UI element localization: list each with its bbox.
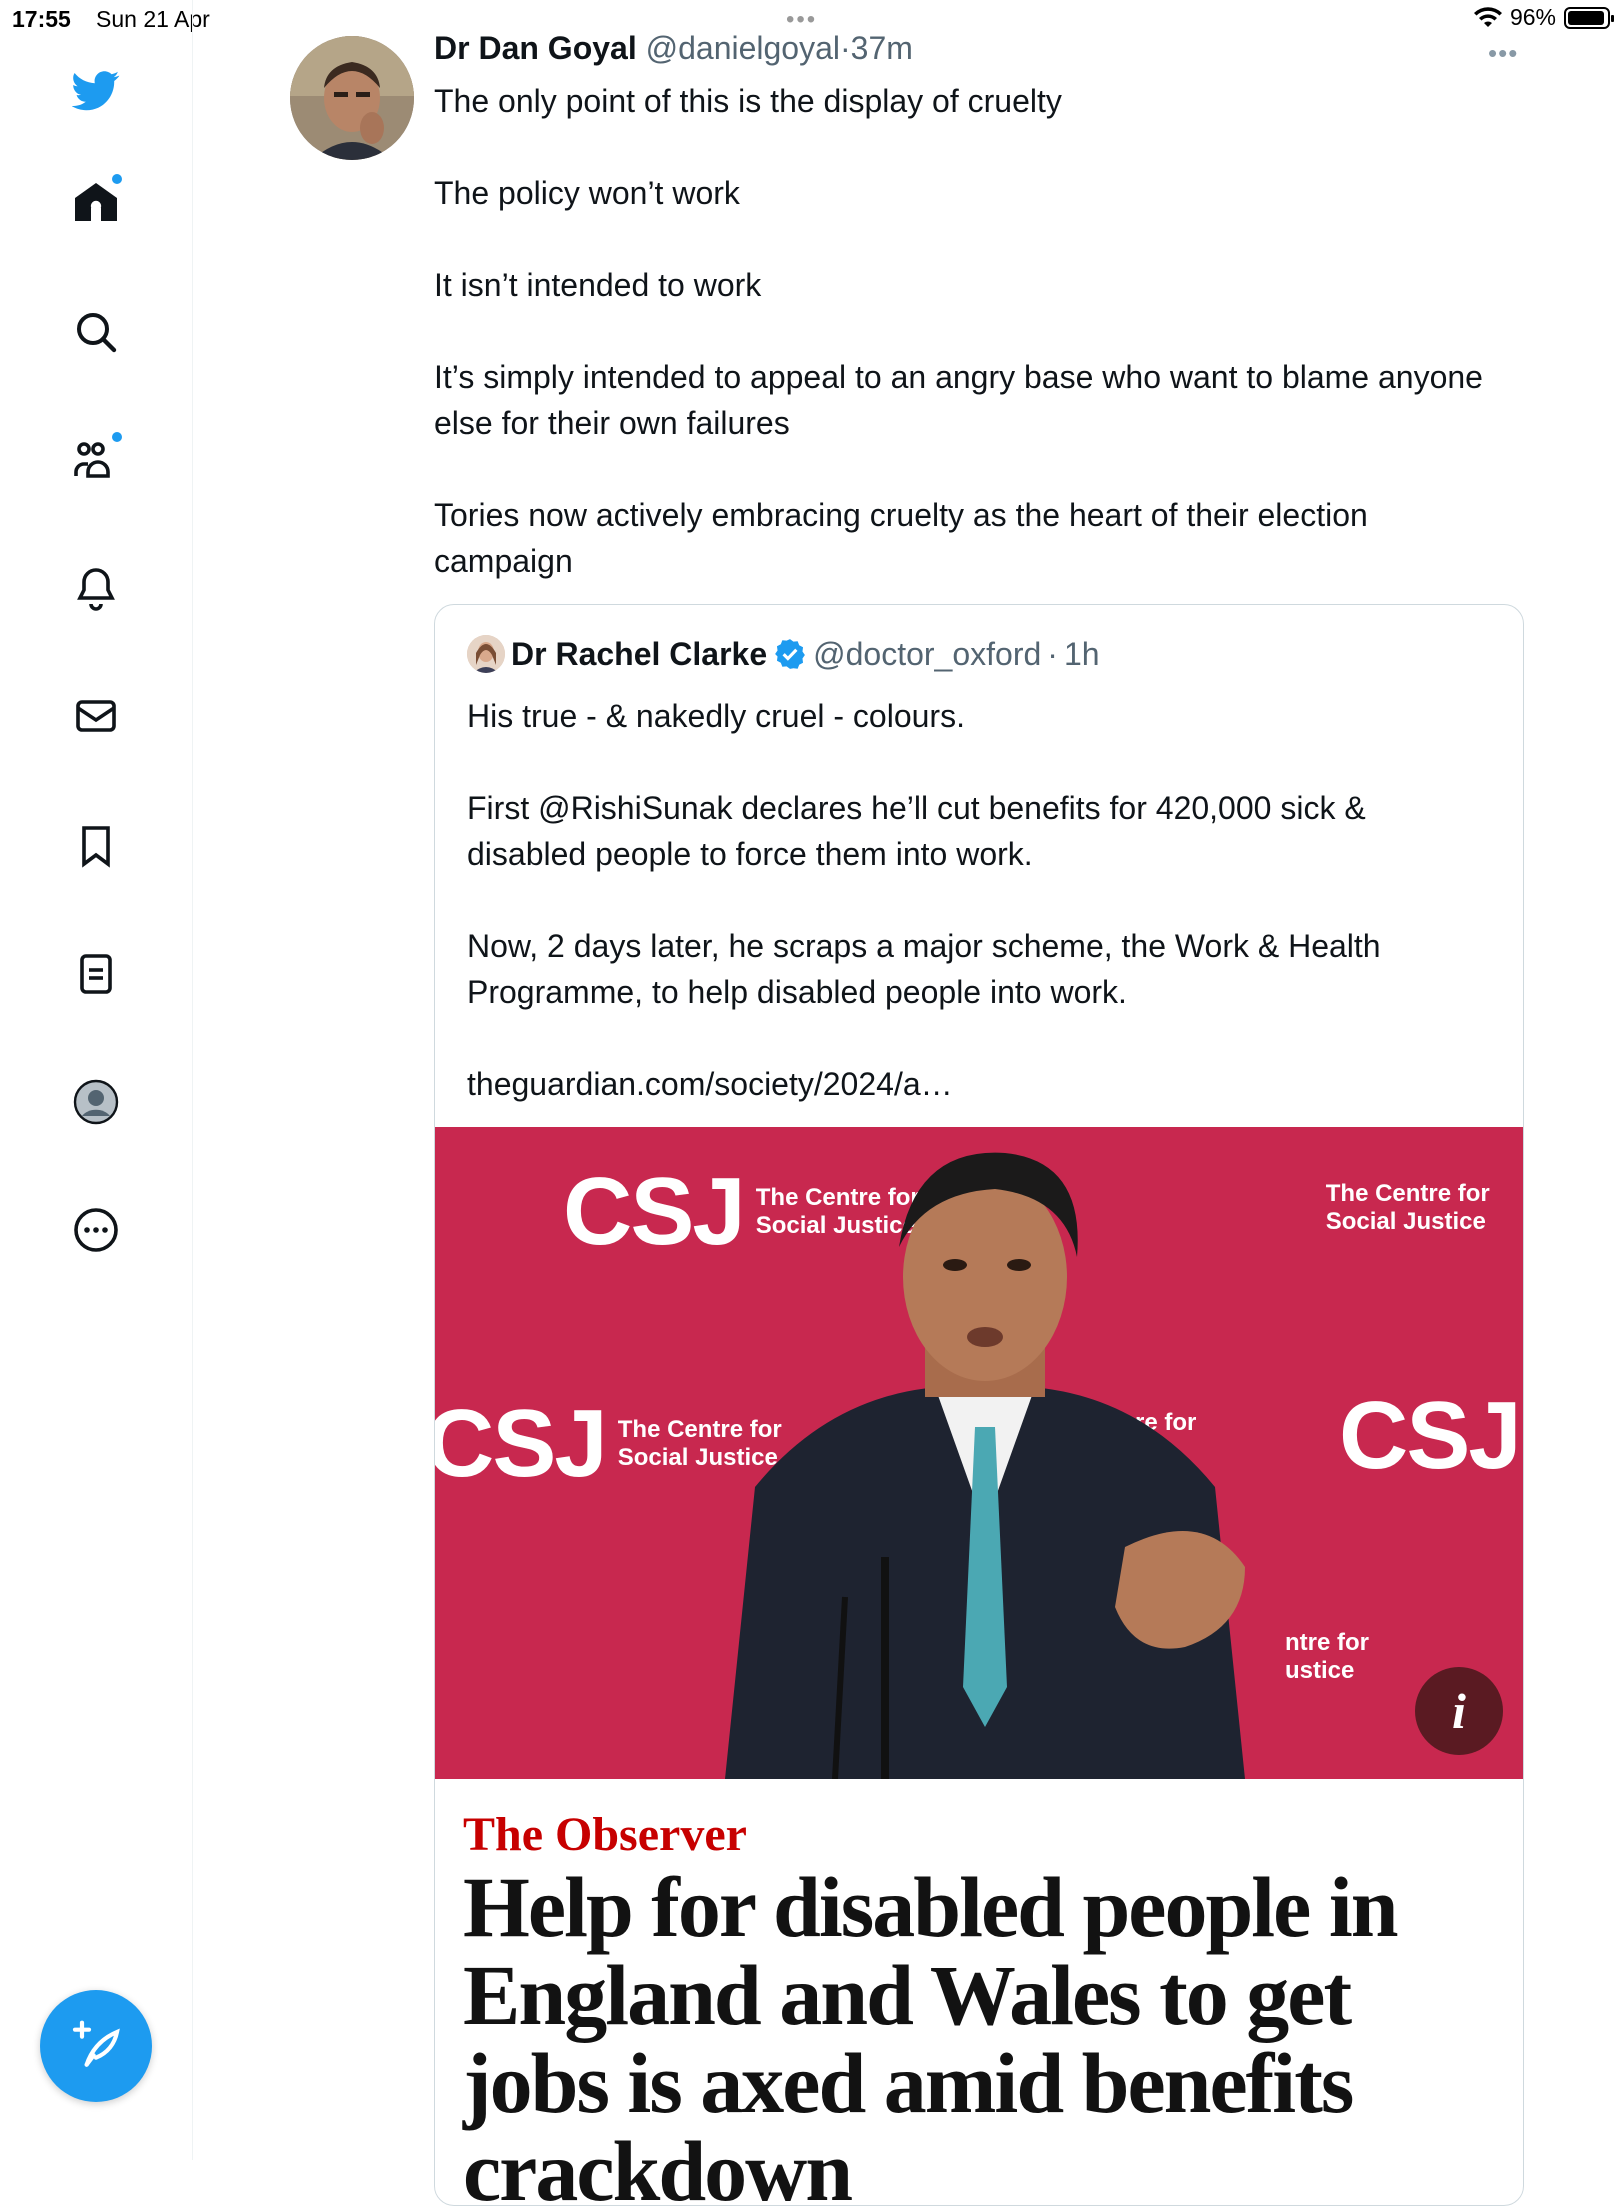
- publication-name: The Observer: [463, 1808, 747, 1861]
- tweet-paragraph: Tories now actively embracing cruelty as…: [434, 497, 1368, 579]
- author-handle[interactable]: @danielgoyal: [646, 30, 840, 66]
- image-info-button[interactable]: i: [1415, 1667, 1503, 1755]
- quote-time[interactable]: 1h: [1064, 636, 1100, 673]
- more-options-icon[interactable]: [66, 1200, 126, 1260]
- tweet-more-icon[interactable]: •••: [1488, 38, 1518, 69]
- battery-icon: [1564, 6, 1614, 29]
- wifi-icon: [1473, 6, 1502, 27]
- verified-badge-icon: [775, 639, 805, 669]
- sidebar: [0, 0, 193, 2160]
- profile-avatar-icon[interactable]: [66, 1072, 126, 1132]
- meta-separator: ·: [840, 30, 851, 66]
- tweet-header: Dr Dan Goyal @danielgoyal·37m: [434, 30, 913, 67]
- tweet-time[interactable]: 37m: [851, 30, 913, 66]
- notifications-bell-icon[interactable]: [66, 558, 126, 618]
- twitter-logo-icon[interactable]: [66, 60, 126, 120]
- communities-icon[interactable]: [66, 430, 126, 490]
- quote-tweet-card[interactable]: Dr Rachel Clarke @doctor_oxford · 1h His t…: [434, 604, 1524, 2206]
- home-icon[interactable]: [66, 172, 126, 232]
- speaker-figure: [725, 1152, 1245, 1779]
- tweet-text: The only point of this is the display of…: [434, 78, 1494, 630]
- lists-icon[interactable]: [66, 944, 126, 1004]
- home-notification-dot: [112, 174, 122, 184]
- quote-link[interactable]: theguardian.com/society/2024/a…: [467, 1061, 1487, 1107]
- tweet-paragraph: The only point of this is the display of…: [434, 83, 1062, 119]
- communities-notification-dot: [112, 432, 122, 442]
- quote-text: His true - & nakedly cruel - colours. Fi…: [467, 693, 1487, 1153]
- quote-meta-separator: ·: [1047, 635, 1058, 672]
- quote-paragraph: First @RishiSunak declares he’ll cut ben…: [467, 790, 1366, 872]
- compose-icon: [72, 2020, 120, 2067]
- battery-percent: 96%: [1509, 4, 1556, 30]
- article-image[interactable]: CSJ The Centre forSocial Justice CSJ The…: [435, 1127, 1523, 1779]
- author-avatar[interactable]: [290, 36, 414, 160]
- quote-paragraph: His true - & nakedly cruel - colours.: [467, 698, 965, 734]
- csj-logo: CSJ: [1339, 1382, 1522, 1489]
- messages-envelope-icon[interactable]: [66, 686, 126, 746]
- explore-search-icon[interactable]: [66, 302, 126, 362]
- battery-fill: [1568, 10, 1605, 25]
- quote-author-name[interactable]: Dr Rachel Clarke: [511, 636, 767, 673]
- article-headline[interactable]: Help for disabled people in England and …: [463, 1863, 1503, 2205]
- status-right: 96%: [1473, 4, 1614, 31]
- bookmarks-icon[interactable]: [66, 816, 126, 876]
- tweet-paragraph: It’s simply intended to appeal to an ang…: [434, 359, 1483, 441]
- quote-header: Dr Rachel Clarke @doctor_oxford · 1h: [467, 635, 1100, 673]
- quote-author-handle[interactable]: @doctor_oxford: [813, 636, 1041, 673]
- tweet-paragraph: It isn’t intended to work: [434, 267, 762, 303]
- quote-paragraph: Now, 2 days later, he scraps a major sch…: [467, 928, 1381, 1010]
- compose-tweet-button[interactable]: [40, 1990, 152, 2102]
- quote-author-avatar[interactable]: [467, 635, 505, 673]
- tweet-paragraph: The policy won’t work: [434, 175, 740, 211]
- author-name[interactable]: Dr Dan Goyal: [434, 30, 637, 66]
- csj-fragment: ntre for ustice: [1285, 1629, 1369, 1684]
